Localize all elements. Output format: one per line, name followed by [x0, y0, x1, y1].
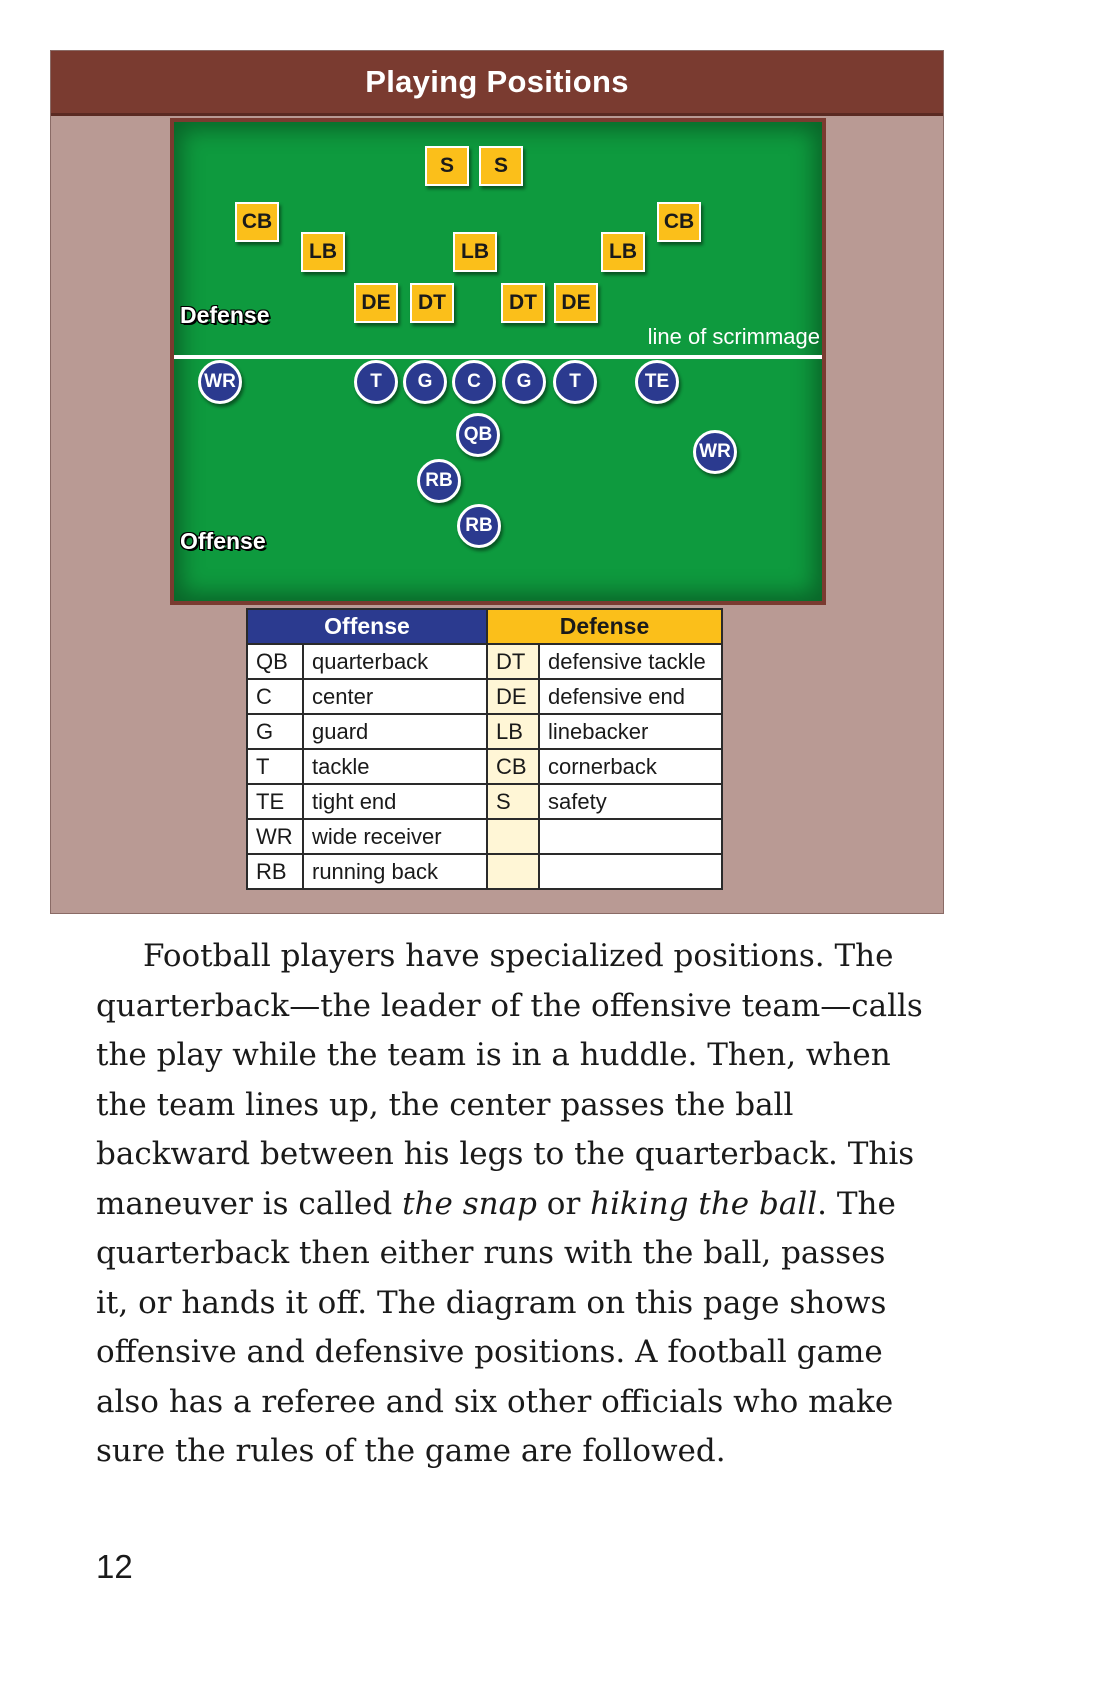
defense-name: linebacker — [538, 713, 723, 750]
player-tackle-left: T — [354, 360, 398, 404]
line-of-scrimmage — [174, 355, 822, 359]
player-cornerback-left: CB — [235, 202, 279, 242]
defense-abbr: S — [486, 783, 540, 820]
player-defensive-end-left: DE — [354, 283, 398, 323]
table-row: TE tight end S safety — [246, 783, 723, 820]
offense-name: tight end — [302, 783, 488, 820]
offense-label: Offense — [180, 528, 266, 554]
body-paragraph: Football players have specialized positi… — [96, 932, 926, 1477]
defense-abbr: CB — [486, 748, 540, 785]
offense-abbr: RB — [246, 853, 304, 890]
player-safety-1: S — [425, 146, 469, 186]
player-linebacker-middle: LB — [453, 232, 497, 272]
diagram-panel: Playing Positions S S CB LB LB LB CB DE … — [50, 50, 944, 914]
player-guard-left: G — [403, 360, 447, 404]
player-tackle-right: T — [553, 360, 597, 404]
football-field: S S CB LB LB LB CB DE DT DT DE Defense l… — [170, 118, 826, 605]
offense-abbr: WR — [246, 818, 304, 855]
defense-abbr: DE — [486, 678, 540, 715]
player-running-back-1: RB — [417, 459, 461, 503]
player-defensive-end-right: DE — [554, 283, 598, 323]
player-linebacker-right: LB — [601, 232, 645, 272]
offense-header: Offense — [246, 608, 488, 645]
defense-abbr — [486, 853, 540, 890]
defense-header: Defense — [486, 608, 723, 645]
table-row: RB running back — [246, 853, 723, 890]
table-row: T tackle CB cornerback — [246, 748, 723, 785]
page-number: 12 — [96, 1548, 133, 1585]
line-of-scrimmage-label: line of scrimmage — [647, 324, 820, 349]
player-defensive-tackle-right: DT — [501, 283, 545, 323]
offense-name: center — [302, 678, 488, 715]
term-the-snap: the snap — [402, 1185, 537, 1222]
table-row: G guard LB linebacker — [246, 713, 723, 750]
player-cornerback-right: CB — [657, 202, 701, 242]
player-wide-receiver-right: WR — [693, 430, 737, 474]
paragraph-text-end: . The quarterback then either runs with … — [96, 1185, 896, 1470]
player-defensive-tackle-left: DT — [410, 283, 454, 323]
defense-abbr: DT — [486, 643, 540, 680]
player-tight-end: TE — [635, 360, 679, 404]
defense-name — [538, 853, 723, 890]
defense-name: cornerback — [538, 748, 723, 785]
term-hiking-the-ball: hiking the ball — [590, 1185, 818, 1222]
offense-abbr: TE — [246, 783, 304, 820]
offense-abbr: G — [246, 713, 304, 750]
table-row: WR wide receiver — [246, 818, 723, 855]
offense-name: tackle — [302, 748, 488, 785]
player-running-back-2: RB — [457, 504, 501, 548]
player-center: C — [452, 360, 496, 404]
player-linebacker-left: LB — [301, 232, 345, 272]
defense-name: defensive tackle — [538, 643, 723, 680]
player-wide-receiver-left: WR — [198, 360, 242, 404]
offense-name: wide receiver — [302, 818, 488, 855]
defense-name — [538, 818, 723, 855]
defense-name: safety — [538, 783, 723, 820]
offense-name: quarterback — [302, 643, 488, 680]
offense-abbr: C — [246, 678, 304, 715]
player-guard-right: G — [502, 360, 546, 404]
defense-name: defensive end — [538, 678, 723, 715]
defense-abbr — [486, 818, 540, 855]
conjunction-or: or — [536, 1185, 591, 1222]
table-row: C center DE defensive end — [246, 678, 723, 715]
offense-name: running back — [302, 853, 488, 890]
player-safety-2: S — [479, 146, 523, 186]
table-row: QB quarterback DT defensive tackle — [246, 643, 723, 680]
offense-abbr: T — [246, 748, 304, 785]
positions-key-table: Offense Defense QB quarterback DT defens… — [246, 608, 723, 890]
defense-abbr: LB — [486, 713, 540, 750]
defense-label: Defense — [180, 302, 270, 328]
paragraph: Football players have specialized positi… — [96, 932, 926, 1477]
paragraph-text-start: Football players have specialized positi… — [96, 938, 923, 1222]
player-quarterback: QB — [456, 413, 500, 457]
diagram-title: Playing Positions — [51, 51, 943, 116]
offense-name: guard — [302, 713, 488, 750]
offense-abbr: QB — [246, 643, 304, 680]
